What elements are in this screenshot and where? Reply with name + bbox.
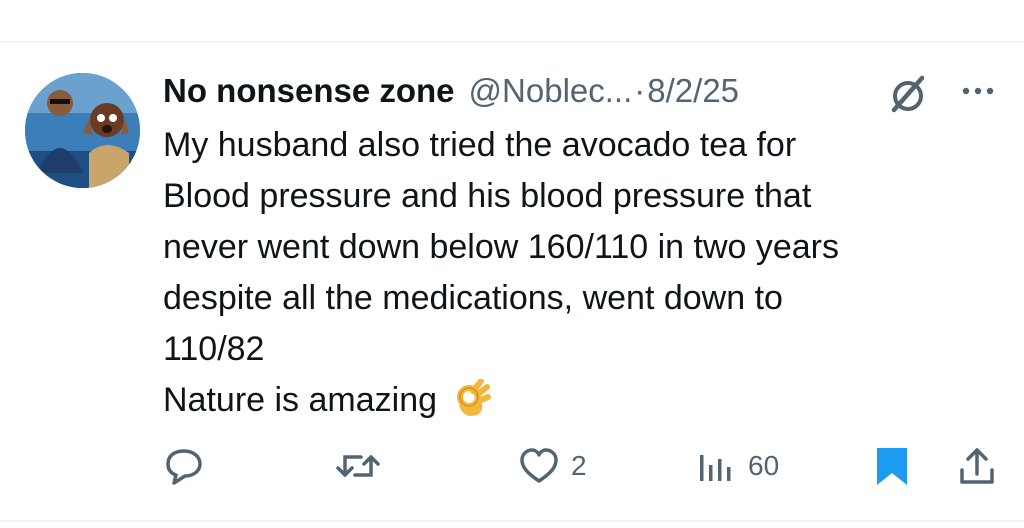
separator-dot: · — [634, 72, 646, 109]
reply-icon — [163, 445, 205, 487]
post-text-line: My husband also tried the avocado tea fo… — [163, 126, 797, 164]
author-handle[interactable]: @Noblec... — [469, 72, 633, 110]
reply-icon-fragment — [160, 0, 190, 6]
like-count: 2 — [571, 450, 587, 481]
post-text-line-content: Nature is amazing — [163, 381, 438, 419]
grok-icon — [891, 75, 925, 113]
repost-button[interactable] — [333, 436, 393, 496]
share-icon-fragment — [960, 0, 1000, 6]
post-text-line: Blood pressure and his blood pressure th… — [163, 177, 812, 215]
post-text-line: despite all the medications, went down t… — [163, 279, 783, 317]
like-button[interactable]: 2 — [517, 436, 587, 496]
post-date[interactable]: 8/2/25 — [647, 72, 739, 110]
views-count: 60 — [748, 450, 780, 481]
share-button[interactable] — [956, 436, 998, 496]
bottom-divider — [0, 520, 1024, 522]
previous-post-actions-fragment — [0, 0, 1024, 42]
grok-button[interactable] — [886, 72, 930, 116]
views-icon — [694, 445, 738, 487]
ok-hand-emoji — [457, 379, 492, 416]
bookmark-icon — [872, 444, 912, 488]
like-icon-fragment — [525, 0, 555, 6]
repost-icon — [333, 445, 383, 487]
post-text-line-last: Nature is amazing — [163, 375, 1003, 426]
share-icon — [956, 444, 998, 488]
post-header: No nonsense zone @Noblec... · 8/2/25 — [163, 66, 739, 116]
post-text-line: 110/82 — [163, 330, 265, 368]
action-bar: 2 60 — [0, 436, 1024, 496]
bookmark-button[interactable] — [872, 436, 912, 496]
views-icon-fragment — [696, 0, 736, 6]
avatar[interactable] — [25, 73, 140, 188]
bookmark-icon-fragment — [874, 0, 914, 6]
more-icon — [962, 87, 994, 95]
heart-icon — [517, 445, 561, 487]
reply-button[interactable] — [163, 436, 215, 496]
post-text-line: never went down below 160/110 in two yea… — [163, 228, 839, 266]
author-name[interactable]: No nonsense zone — [163, 72, 455, 110]
more-options-button[interactable] — [958, 76, 1002, 106]
views-button[interactable]: 60 — [694, 436, 779, 496]
post-text: My husband also tried the avocado tea fo… — [163, 120, 1003, 426]
post-divider — [0, 41, 1024, 43]
